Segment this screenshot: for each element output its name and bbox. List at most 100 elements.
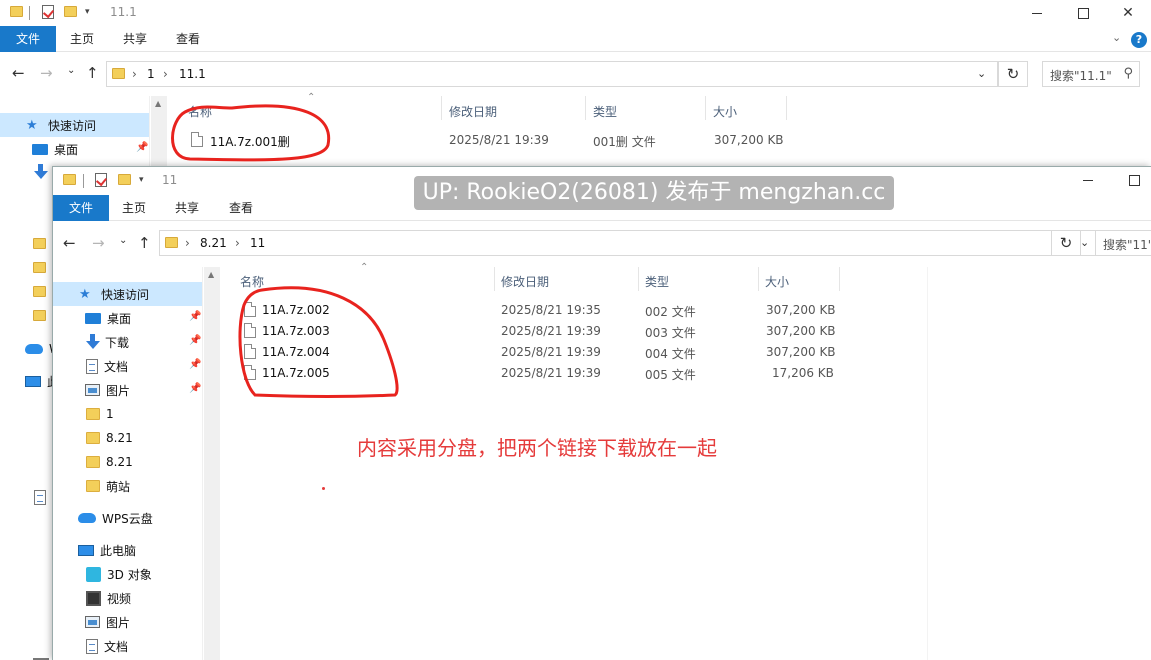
tab-home[interactable]: 主页 <box>114 195 154 221</box>
properties-icon[interactable] <box>42 5 54 19</box>
sidebar-item-wps-cloud[interactable]: WPS云盘 <box>53 506 202 530</box>
folder-icon <box>112 68 125 79</box>
tab-home[interactable]: 主页 <box>62 26 102 52</box>
up-arrow-icon[interactable]: ↑ <box>86 64 99 82</box>
tab-view[interactable]: 查看 <box>168 26 208 52</box>
minimize-button[interactable] <box>1014 0 1060 26</box>
close-button[interactable]: ✕ <box>1105 0 1151 26</box>
star-icon: ★ <box>79 287 91 302</box>
sidebar-item-desktop[interactable]: 桌面 📌 <box>53 306 202 330</box>
forward-arrow-icon[interactable]: → <box>40 64 53 82</box>
file-type: 005 文件 <box>645 368 696 382</box>
sidebar-item-folder-8-21[interactable]: 8.21 <box>53 426 202 450</box>
collapse-ribbon-icon[interactable]: ⌄ <box>1112 31 1121 44</box>
column-divider[interactable] <box>705 96 706 120</box>
folder-icon <box>10 6 23 17</box>
breadcrumb-segment[interactable]: 1 <box>147 67 155 81</box>
folder-icon <box>165 237 178 248</box>
up-arrow-icon[interactable]: ↑ <box>138 234 151 252</box>
column-divider[interactable] <box>585 96 586 120</box>
sidebar-item-pictures[interactable]: 图片 📌 <box>53 378 202 402</box>
search-input[interactable]: 搜索"11" <box>1095 230 1151 256</box>
file-size: 17,206 KB <box>772 366 834 380</box>
front-sidebar-scrollbar[interactable]: ▲ <box>204 267 220 660</box>
computer-icon <box>25 375 41 387</box>
column-header-size[interactable]: 大小 <box>713 103 737 120</box>
sort-ascending-icon: ⌃ <box>307 92 316 103</box>
sidebar-item-folder-1[interactable]: 1 <box>53 402 202 426</box>
pin-icon: 📌 <box>189 383 202 394</box>
sidebar-item-quick-access[interactable]: ★ 快速访问 <box>0 113 149 137</box>
recent-locations-icon[interactable]: ⌄ <box>119 235 127 246</box>
column-header-name[interactable]: 名称 <box>188 103 212 120</box>
recent-locations-icon[interactable]: ⌄ <box>67 65 75 76</box>
sidebar-item-this-pc[interactable]: 此电脑 <box>53 538 202 562</box>
address-field[interactable]: › 1 › 11.1 ⌄ <box>106 61 998 87</box>
column-divider[interactable] <box>839 267 840 291</box>
forward-arrow-icon[interactable]: → <box>92 234 105 252</box>
breadcrumb-segment[interactable]: 8.21 <box>200 236 227 250</box>
breadcrumb-segment[interactable]: 11 <box>250 236 265 250</box>
back-address-bar: ← → ⌄ ↑ › 1 › 11.1 ⌄ ↻ 搜索"11.1" ⚲ <box>0 54 1151 94</box>
file-modified: 2025/8/21 19:35 <box>501 303 601 317</box>
address-field[interactable]: › 8.21 › 11 ⌄ <box>159 230 1099 256</box>
sidebar-item-folder-mengzhan[interactable]: 萌站 <box>53 474 202 498</box>
back-arrow-icon[interactable]: ← <box>63 234 76 252</box>
properties-icon[interactable] <box>95 173 107 187</box>
pin-icon: 📌 <box>189 311 202 322</box>
sidebar-item-downloads[interactable]: 下载 📌 <box>53 330 202 354</box>
customize-quick-access-icon[interactable]: ▾ <box>85 7 90 17</box>
file-name: 11A.7z.002 <box>262 303 330 317</box>
column-header-name[interactable]: 名称 <box>240 273 264 290</box>
chevron-right-icon: › <box>235 236 240 250</box>
scroll-up-icon[interactable]: ▲ <box>155 99 161 108</box>
tab-view[interactable]: 查看 <box>221 195 261 221</box>
sidebar-item-label: 视频 <box>107 591 132 606</box>
scroll-up-icon[interactable]: ▲ <box>208 270 214 279</box>
folder-icon <box>86 456 100 468</box>
sidebar-item-documents[interactable]: 文档 📌 <box>53 354 202 378</box>
cloud-icon <box>25 344 43 354</box>
column-header-type[interactable]: 类型 <box>645 273 669 290</box>
sidebar-item-quick-access[interactable]: ★ 快速访问 <box>53 282 202 306</box>
sidebar-item-3d-objects[interactable]: 3D 对象 <box>53 562 202 586</box>
search-input[interactable]: 搜索"11.1" ⚲ <box>1042 61 1140 87</box>
column-header-modified[interactable]: 修改日期 <box>501 273 549 290</box>
column-header-type[interactable]: 类型 <box>593 103 617 120</box>
tab-share[interactable]: 共享 <box>167 195 207 221</box>
sidebar-item-pc-pictures[interactable]: 图片 <box>53 610 202 634</box>
back-arrow-icon[interactable]: ← <box>12 64 25 82</box>
column-divider[interactable] <box>441 96 442 120</box>
column-divider[interactable] <box>758 267 759 291</box>
maximize-button[interactable] <box>1060 0 1106 26</box>
chevron-down-icon[interactable]: ⌄ <box>977 67 986 80</box>
column-divider[interactable] <box>786 96 787 120</box>
chevron-right-icon: › <box>132 67 137 81</box>
column-header-size[interactable]: 大小 <box>765 273 789 290</box>
folder-icon <box>86 480 100 492</box>
sidebar-item-desktop[interactable]: 桌面 📌 <box>0 137 149 161</box>
sidebar-item-videos[interactable]: 视频 <box>53 586 202 610</box>
maximize-button[interactable] <box>1111 167 1151 193</box>
new-folder-icon[interactable] <box>118 174 131 185</box>
help-icon[interactable]: ? <box>1131 32 1147 48</box>
tab-file[interactable]: 文件 <box>0 26 56 52</box>
refresh-button[interactable]: ↻ <box>998 61 1028 87</box>
tab-file[interactable]: 文件 <box>53 195 109 221</box>
file-type: 001删 文件 <box>593 135 656 149</box>
breadcrumb-segment[interactable]: 11.1 <box>179 67 206 81</box>
column-divider[interactable] <box>638 267 639 291</box>
column-header-modified[interactable]: 修改日期 <box>449 103 497 120</box>
customize-quick-access-icon[interactable]: ▾ <box>139 175 144 185</box>
refresh-button[interactable]: ↻ <box>1051 230 1081 256</box>
pin-icon: 📌 <box>136 142 149 153</box>
chevron-down-icon[interactable]: ⌄ <box>1080 236 1089 249</box>
sidebar-item-folder-8-21-b[interactable]: 8.21 <box>53 450 202 474</box>
minimize-button[interactable] <box>1065 167 1111 193</box>
column-divider[interactable] <box>494 267 495 291</box>
folder-icon <box>33 310 46 321</box>
new-folder-icon[interactable] <box>64 6 77 17</box>
sidebar-item-pc-documents[interactable]: 文档 <box>53 634 202 658</box>
divider <box>29 6 30 20</box>
tab-share[interactable]: 共享 <box>115 26 155 52</box>
